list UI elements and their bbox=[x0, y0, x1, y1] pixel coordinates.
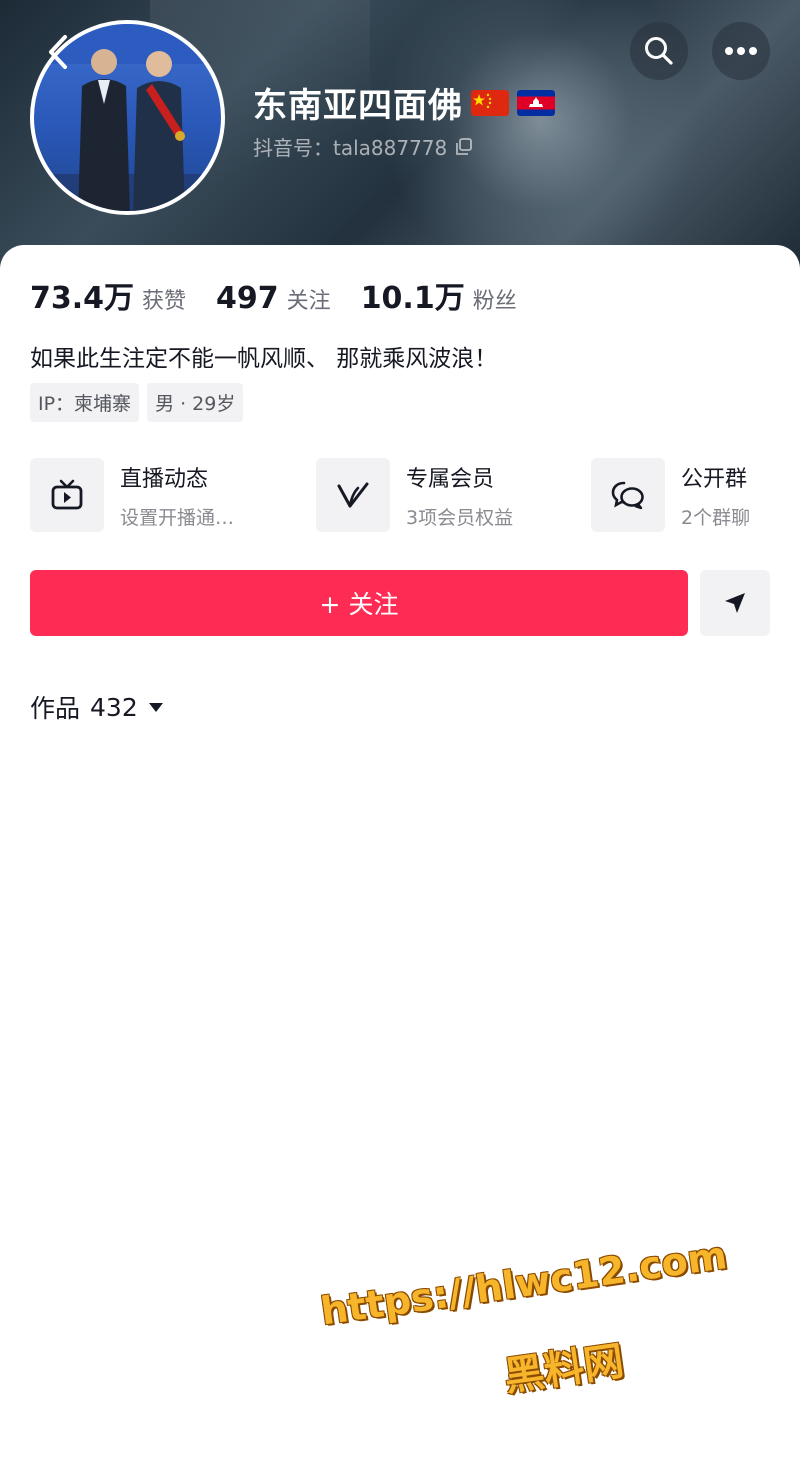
stat-fans-number: 10.1万 bbox=[360, 281, 465, 316]
feature-row: 直播动态 设置开播通… 专属会员 3项会员权益 公开群 2个群聊 bbox=[30, 458, 790, 532]
gender-age-tag: 男 · 29岁 bbox=[147, 383, 244, 422]
feature-membership-title: 专属会员 bbox=[406, 466, 495, 492]
feature-public-group[interactable]: 公开群 2个群聊 bbox=[591, 458, 750, 532]
search-icon bbox=[645, 37, 673, 65]
send-arrow-icon bbox=[725, 593, 745, 613]
triangle-down-icon[interactable] bbox=[148, 701, 164, 713]
stat-fans-label: 粉丝 bbox=[472, 289, 517, 314]
works-tab[interactable]: 作品 432 bbox=[30, 689, 164, 725]
more-button[interactable] bbox=[712, 22, 770, 80]
chevron-left-icon bbox=[49, 35, 67, 69]
feature-live-updates[interactable]: 直播动态 设置开播通… bbox=[30, 458, 234, 532]
works-count: 432 bbox=[90, 692, 138, 722]
stat-likes[interactable]: 73.4万 获赞 bbox=[30, 273, 186, 317]
profile-bio: 如果此生注定不能一帆风顺、 那就乘风波浪！ bbox=[30, 346, 498, 372]
feature-membership-sub: 3项会员权益 bbox=[406, 506, 514, 529]
cambodia-flag-icon bbox=[517, 89, 555, 116]
more-dots-icon bbox=[725, 47, 757, 55]
stat-fans[interactable]: 10.1万 粉丝 bbox=[361, 273, 517, 317]
stat-following-number: 497 bbox=[216, 281, 279, 316]
feature-group-sub: 2个群聊 bbox=[681, 506, 751, 529]
stat-following[interactable]: 497 关注 bbox=[216, 281, 331, 316]
douyin-id-text: 抖音号：tala887778 bbox=[253, 136, 448, 160]
feature-icon-box bbox=[30, 458, 104, 532]
china-flag-icon bbox=[471, 89, 509, 116]
chat-icon bbox=[611, 481, 644, 510]
feature-membership[interactable]: 专属会员 3项会员权益 bbox=[316, 458, 513, 532]
feature-group-title: 公开群 bbox=[681, 466, 748, 492]
stat-following-label: 关注 bbox=[286, 289, 331, 314]
works-label: 作品 bbox=[30, 694, 81, 723]
feature-icon-box bbox=[316, 458, 390, 532]
tv-icon bbox=[51, 479, 83, 510]
feature-live-title: 直播动态 bbox=[120, 466, 209, 492]
profile-tags: IP：柬埔寨 男 · 29岁 bbox=[30, 383, 244, 422]
profile-name-text: 东南亚四面佛 bbox=[253, 86, 463, 126]
back-button[interactable] bbox=[40, 34, 76, 70]
v-icon bbox=[337, 482, 369, 508]
ip-location-tag: IP：柬埔寨 bbox=[30, 383, 140, 422]
search-button[interactable] bbox=[630, 22, 688, 80]
feature-icon-box bbox=[591, 458, 665, 532]
share-button[interactable] bbox=[700, 570, 770, 636]
douyin-id[interactable]: 抖音号：tala887778 bbox=[253, 132, 473, 161]
stat-likes-label: 获赞 bbox=[142, 289, 187, 314]
stats-row: 73.4万 获赞 497 关注 10.1万 粉丝 bbox=[30, 273, 547, 317]
follow-button[interactable]: + 关注 bbox=[30, 570, 688, 636]
copy-icon[interactable] bbox=[455, 137, 473, 156]
stat-likes-number: 73.4万 bbox=[30, 281, 135, 316]
feature-live-sub: 设置开播通… bbox=[120, 506, 235, 529]
profile-name: 东南亚四面佛 bbox=[253, 78, 555, 127]
